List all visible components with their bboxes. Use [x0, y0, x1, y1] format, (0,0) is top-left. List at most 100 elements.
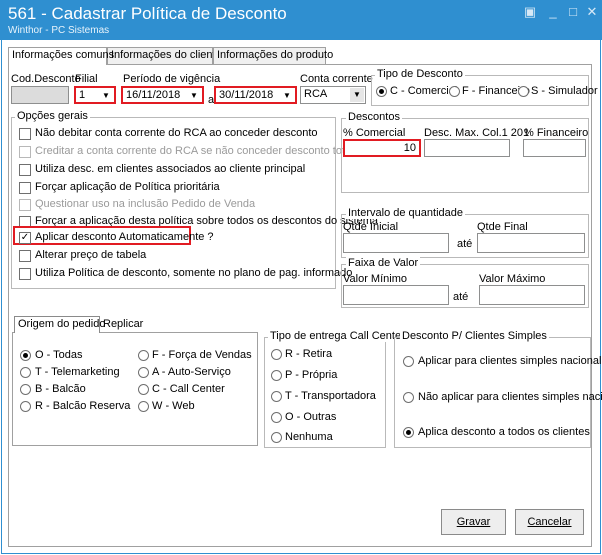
- entrega-propria-label: P - Própria: [285, 369, 338, 381]
- tab-informacoes-cliente[interactable]: Informações do cliente: [107, 47, 222, 64]
- cancelar-button[interactable]: Cancelar: [515, 509, 584, 535]
- alterar-preco-checkbox[interactable]: [19, 250, 31, 262]
- origem-call-center-radio[interactable]: [138, 384, 149, 395]
- entrega-transportadora-radio[interactable]: [271, 391, 282, 402]
- politica-prioritaria-checkbox[interactable]: [19, 182, 31, 194]
- qtde-final-input[interactable]: [477, 233, 585, 253]
- simples-aplicar-radio[interactable]: [403, 356, 414, 367]
- cod-desconto-field: [11, 86, 69, 104]
- tab-informacoes-comuns[interactable]: Informações comuns: [8, 47, 114, 65]
- alterar-preco-label: Alterar preço de tabela: [35, 249, 147, 261]
- opcoes-gerais-title: Opções gerais: [15, 110, 90, 122]
- desc-max-input[interactable]: [424, 139, 510, 157]
- creditar-conta-checkbox: [19, 146, 31, 158]
- origem-todas-label: O - Todas: [35, 349, 83, 361]
- tab-origem-pedido[interactable]: Origem do pedido: [14, 316, 105, 333]
- aplicar-automaticamente-checkbox[interactable]: ✓: [19, 232, 31, 244]
- politica-prioritaria-label: Forçar aplicação de Política prioritária: [35, 181, 220, 193]
- valor-maximo-input[interactable]: [479, 285, 585, 305]
- data-fim-field[interactable]: 30/11/2018 ▼: [214, 86, 297, 104]
- qtde-final-label: Qtde Final: [477, 221, 528, 233]
- aplicar-automaticamente-label: Aplicar desconto Automaticamente ?: [35, 231, 214, 243]
- questionar-uso-label: Questionar uso na inclusão Pedido de Ven…: [35, 198, 256, 210]
- qtde-inicial-input[interactable]: [343, 233, 449, 253]
- tipo-financeiro-radio[interactable]: [449, 86, 460, 97]
- intervalo-ate-label: até: [457, 238, 473, 250]
- origem-todas-radio[interactable]: [20, 350, 31, 361]
- desc-max-label: Desc. Max. Col.1 201: [424, 127, 530, 139]
- data-inicio-value: 16/11/2018: [126, 89, 181, 101]
- simples-todos-radio[interactable]: [403, 427, 414, 438]
- origem-balcao-radio[interactable]: [20, 384, 31, 395]
- qtde-inicial-label: Qtde Inicial: [343, 221, 399, 233]
- entrega-propria-radio[interactable]: [271, 370, 282, 381]
- entrega-retira-radio[interactable]: [271, 349, 282, 360]
- tipo-comercial-label: C - Comercial: [390, 85, 458, 97]
- faixa-ate-label: até: [453, 291, 469, 303]
- origem-telemarketing-radio[interactable]: [20, 367, 31, 378]
- origem-auto-servico-label: A - Auto-Serviço: [152, 366, 231, 378]
- tab-informacoes-produto[interactable]: Informações do produto: [213, 47, 333, 64]
- cancelar-label: Cancelar: [527, 516, 572, 528]
- valor-minimo-label: Valor Mínimo: [343, 273, 407, 285]
- simples-nao-aplicar-label: Não aplicar para clientes simples nacion…: [418, 391, 602, 403]
- clientes-associados-checkbox[interactable]: [19, 164, 31, 176]
- gravar-label: Gravar: [456, 516, 491, 528]
- clientes-associados-label: Utiliza desc. em clientes associados ao …: [35, 163, 306, 175]
- close-icon[interactable]: ✕: [582, 4, 602, 20]
- tipo-comercial-radio[interactable]: [376, 86, 387, 97]
- questionar-uso-checkbox: [19, 199, 31, 211]
- nao-debitar-checkbox[interactable]: [19, 128, 31, 140]
- creditar-conta-label: Creditar a conta corrente do RCA se não …: [35, 145, 354, 157]
- simples-nao-aplicar-radio[interactable]: [403, 392, 414, 403]
- financeiro-label: % Financeiro: [524, 127, 589, 139]
- filial-value: 1: [79, 89, 86, 101]
- entrega-outras-label: O - Outras: [285, 411, 337, 423]
- origem-forca-vendas-radio[interactable]: [138, 350, 149, 361]
- financeiro-input[interactable]: [523, 139, 586, 157]
- simples-aplicar-label: Aplicar para clientes simples nacional: [418, 355, 602, 367]
- entrega-nenhuma-label: Nenhuma: [285, 431, 333, 443]
- descontos-title: Descontos: [346, 111, 402, 123]
- gravar-button[interactable]: Gravar: [441, 509, 506, 535]
- restore-icon[interactable]: ▣: [520, 4, 540, 20]
- intervalo-title: Intervalo de quantidade: [346, 207, 465, 219]
- nao-debitar-label: Não debitar conta corrente do RCA ao con…: [35, 127, 318, 139]
- origem-balcao-reserva-radio[interactable]: [20, 401, 31, 412]
- entrega-nenhuma-radio[interactable]: [271, 432, 282, 443]
- conta-corrente-select[interactable]: RCA ▼: [300, 86, 366, 104]
- origem-balcao-reserva-label: R - Balcão Reserva: [35, 400, 131, 412]
- chevron-down-icon[interactable]: ▼: [350, 88, 364, 102]
- plano-pagamento-label: Utiliza Política de desconto, somente no…: [35, 267, 353, 279]
- filial-select[interactable]: 1 ▼: [74, 86, 116, 104]
- calendar-dropdown-icon[interactable]: ▼: [280, 89, 294, 102]
- tab-replicar[interactable]: Replicar: [103, 318, 143, 330]
- calendar-dropdown-icon[interactable]: ▼: [187, 89, 201, 102]
- origem-call-center-label: C - Call Center: [152, 383, 225, 395]
- plano-pagamento-checkbox[interactable]: [19, 268, 31, 280]
- data-inicio-field[interactable]: 16/11/2018 ▼: [121, 86, 204, 104]
- entrega-outras-radio[interactable]: [271, 412, 282, 423]
- cod-desconto-label: Cod.Desconto: [11, 73, 81, 85]
- origem-web-radio[interactable]: [138, 401, 149, 412]
- origem-balcao-label: B - Balcão: [35, 383, 86, 395]
- comercial-input[interactable]: 10: [343, 139, 421, 157]
- entrega-transportadora-label: T - Transportadora: [285, 390, 376, 402]
- valor-minimo-input[interactable]: [343, 285, 449, 305]
- data-fim-value: 30/11/2018: [219, 89, 274, 101]
- faixa-valor-title: Faixa de Valor: [346, 257, 421, 269]
- minimize-icon[interactable]: _: [543, 4, 563, 20]
- origem-web-label: W - Web: [152, 400, 195, 412]
- window-subtitle: Winthor - PC Sistemas: [8, 25, 110, 36]
- clientes-simples-title: Desconto P/ Clientes Simples: [400, 330, 549, 342]
- origem-auto-servico-radio[interactable]: [138, 367, 149, 378]
- tab-strip: Informações comuns Informações do client…: [8, 47, 338, 65]
- maximize-icon[interactable]: □: [563, 4, 583, 20]
- comercial-label: % Comercial: [343, 127, 406, 139]
- window-title: 561 - Cadastrar Política de Desconto: [8, 4, 287, 23]
- chevron-down-icon[interactable]: ▼: [99, 89, 113, 102]
- origem-telemarketing-label: T - Telemarketing: [35, 366, 120, 378]
- tipo-simulador-radio[interactable]: [518, 86, 529, 97]
- tipo-desconto-title: Tipo de Desconto: [375, 68, 465, 80]
- valor-maximo-label: Valor Máximo: [479, 273, 546, 285]
